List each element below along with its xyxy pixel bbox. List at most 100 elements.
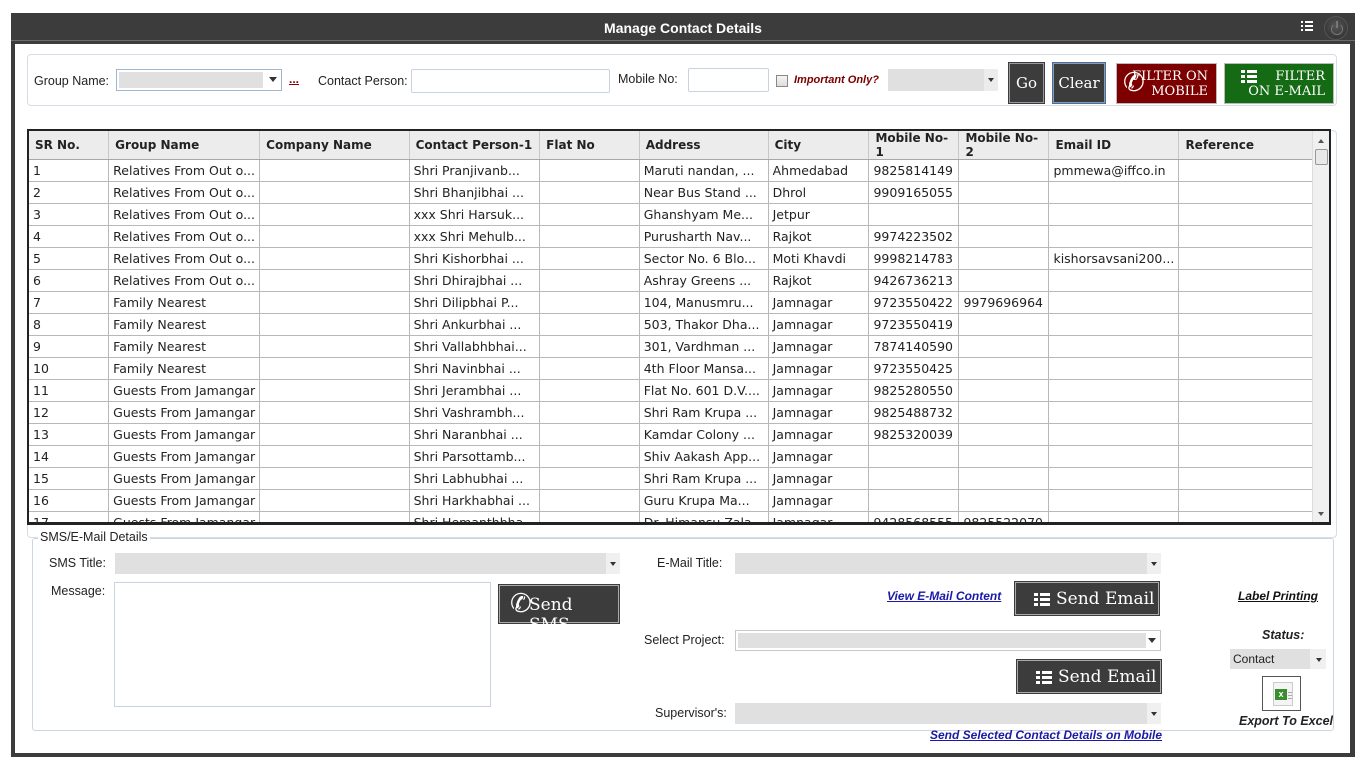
clear-button[interactable]: Clear	[1052, 62, 1106, 104]
table-cell[interactable]: Jamnagar	[768, 313, 870, 336]
table-cell[interactable]	[1178, 489, 1329, 512]
table-cell[interactable]	[1178, 247, 1329, 270]
table-cell[interactable]: 16	[29, 489, 110, 512]
table-cell[interactable]	[1178, 467, 1329, 490]
table-cell[interactable]	[868, 489, 960, 512]
table-cell[interactable]: Guests From Jamangar	[108, 445, 261, 468]
table-cell[interactable]	[958, 423, 1050, 446]
table-cell[interactable]: 9825488732	[868, 401, 960, 424]
table-cell[interactable]	[539, 159, 640, 182]
table-row[interactable]: 16 Guests From Jamangar Shri Harkhabhai ..…	[29, 489, 1329, 512]
table-cell[interactable]	[958, 467, 1050, 490]
table-cell[interactable]	[539, 291, 640, 314]
table-row[interactable]: 3 Relatives From Out o... xxx Shri Harsuk.…	[29, 203, 1329, 226]
table-row[interactable]: 8 Family Nearest Shri Ankurbhai ... 503, Th…	[29, 313, 1329, 336]
table-row[interactable]: 11 Guests From Jamangar Shri Jerambhai ...…	[29, 379, 1329, 402]
scroll-thumb[interactable]	[1315, 149, 1328, 165]
table-cell[interactable]	[1178, 423, 1329, 446]
table-cell[interactable]: Relatives From Out o...	[108, 203, 261, 226]
column-header[interactable]: Address	[639, 131, 769, 160]
table-row[interactable]: 15 Guests From Jamangar Shri Labhubhai ...…	[29, 467, 1329, 490]
table-cell[interactable]	[1178, 335, 1329, 358]
table-cell[interactable]: pmmewa@iffco.in	[1048, 159, 1180, 182]
table-cell[interactable]: 5	[29, 247, 110, 270]
table-row[interactable]: 4 Relatives From Out o... xxx Shri Mehulb.…	[29, 225, 1329, 248]
table-cell[interactable]	[259, 159, 410, 182]
table-row[interactable]: 12 Guests From Jamangar Shri Vashrambh... S…	[29, 401, 1329, 424]
send-email-button[interactable]: Send Email	[1014, 581, 1160, 616]
column-header[interactable]: Reference	[1178, 131, 1329, 160]
table-cell[interactable]: Guests From Jamangar	[108, 401, 261, 424]
table-cell[interactable]: Family Nearest	[108, 291, 261, 314]
table-cell[interactable]: Jetpur	[768, 203, 870, 226]
table-cell[interactable]	[259, 445, 410, 468]
table-cell[interactable]: Shiv Aakash App...	[639, 445, 769, 468]
table-row[interactable]: 13 Guests From Jamangar Shri Naranbhai ...…	[29, 423, 1329, 446]
label-printing-link[interactable]: Label Printing	[1238, 589, 1318, 603]
table-row[interactable]: 1 Relatives From Out o... Shri Pranjivanb.…	[29, 159, 1329, 182]
table-cell[interactable]: Jamnagar	[768, 291, 870, 314]
column-header[interactable]: Mobile No-2	[958, 131, 1050, 160]
table-cell[interactable]: Shri Navinbhai ...	[409, 357, 541, 380]
table-cell[interactable]	[1048, 225, 1180, 248]
table-cell[interactable]	[1048, 489, 1180, 512]
table-cell[interactable]	[259, 489, 410, 512]
group-name-select[interactable]	[116, 69, 282, 91]
table-cell[interactable]: Shri Ankurbhai ...	[409, 313, 541, 336]
table-cell[interactable]	[539, 445, 640, 468]
table-cell[interactable]	[958, 269, 1050, 292]
table-cell[interactable]	[539, 203, 640, 226]
table-cell[interactable]	[539, 313, 640, 336]
table-cell[interactable]	[1048, 511, 1180, 522]
table-cell[interactable]: Shri Harkhabhai ...	[409, 489, 541, 512]
table-cell[interactable]	[259, 357, 410, 380]
view-email-content-link[interactable]: View E-Mail Content	[887, 589, 1001, 603]
table-cell[interactable]: Shri Ram Krupa ...	[639, 467, 769, 490]
table-cell[interactable]: Jamnagar	[768, 445, 870, 468]
table-cell[interactable]: 9825320039	[868, 423, 960, 446]
table-cell[interactable]: 7874140590	[868, 335, 960, 358]
table-cell[interactable]	[539, 335, 640, 358]
table-cell[interactable]: Jamnagar	[768, 379, 870, 402]
filter-on-email-button[interactable]: FILTER ON E-MAIL	[1224, 63, 1334, 104]
table-cell[interactable]: Family Nearest	[108, 313, 261, 336]
table-cell[interactable]	[539, 489, 640, 512]
table-cell[interactable]: Family Nearest	[108, 335, 261, 358]
sms-title-select[interactable]	[115, 553, 620, 574]
table-cell[interactable]: 11	[29, 379, 110, 402]
table-cell[interactable]: Moti Khavdi	[768, 247, 870, 270]
column-header[interactable]: Flat No	[539, 131, 640, 160]
grid-vertical-scrollbar[interactable]	[1312, 131, 1329, 522]
send-sms-button[interactable]: ✆ Send SMS	[498, 584, 620, 635]
table-cell[interactable]	[1048, 445, 1180, 468]
table-cell[interactable]: 9998214783	[868, 247, 960, 270]
table-cell[interactable]: 503, Thakor Dha...	[639, 313, 769, 336]
table-cell[interactable]	[958, 489, 1050, 512]
table-cell[interactable]	[958, 401, 1050, 424]
table-cell[interactable]: Dr. Himansu Zala...	[639, 511, 769, 522]
table-cell[interactable]	[259, 511, 410, 522]
table-cell[interactable]	[539, 511, 640, 522]
column-header[interactable]: Contact Person-1	[409, 131, 541, 160]
table-cell[interactable]: 9	[29, 335, 110, 358]
table-cell[interactable]: xxx Shri Mehulb...	[409, 225, 541, 248]
table-cell[interactable]: xxx Shri Harsuk...	[409, 203, 541, 226]
export-excel-button[interactable]: x	[1262, 676, 1301, 711]
table-cell[interactable]: Guests From Jamangar	[108, 467, 261, 490]
table-cell[interactable]: Dhrol	[768, 181, 870, 204]
table-cell[interactable]: 15	[29, 467, 110, 490]
table-cell[interactable]: Jamnagar	[768, 423, 870, 446]
table-cell[interactable]	[868, 467, 960, 490]
table-cell[interactable]	[539, 269, 640, 292]
table-cell[interactable]: 7	[29, 291, 110, 314]
table-cell[interactable]	[539, 357, 640, 380]
table-cell[interactable]	[1178, 357, 1329, 380]
table-cell[interactable]	[1178, 159, 1329, 182]
mobile-no-input[interactable]	[688, 68, 769, 92]
table-cell[interactable]: Ahmedabad	[768, 159, 870, 182]
export-excel-label[interactable]: Export To Excel	[1239, 714, 1333, 728]
table-cell[interactable]	[539, 247, 640, 270]
table-cell[interactable]	[958, 335, 1050, 358]
table-cell[interactable]: 14	[29, 445, 110, 468]
scroll-up-icon[interactable]	[1318, 139, 1324, 143]
